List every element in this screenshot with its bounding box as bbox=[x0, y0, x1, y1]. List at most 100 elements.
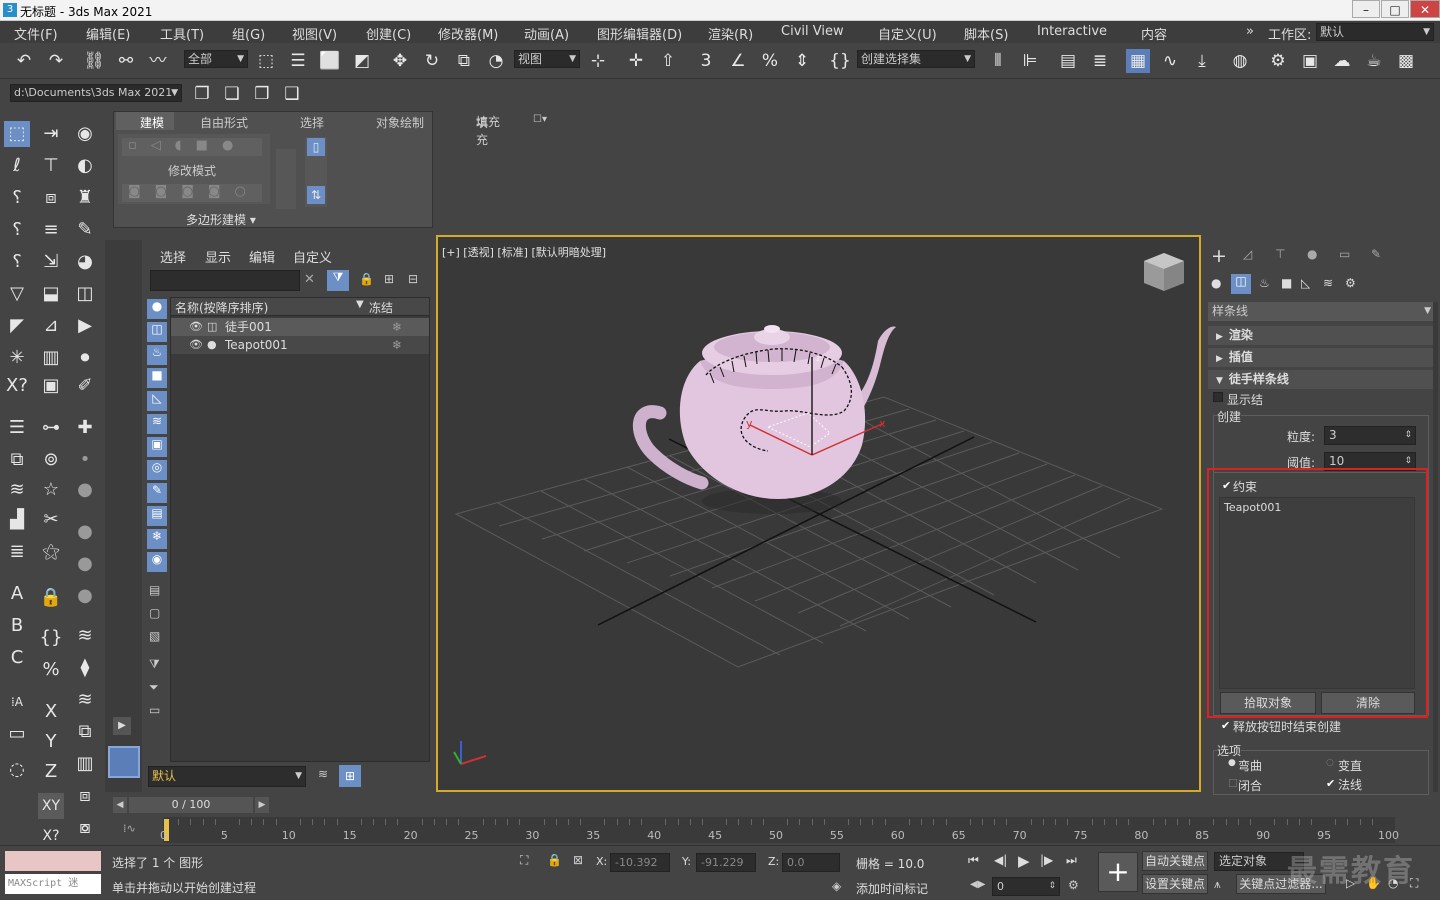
viewport-thumbnail[interactable] bbox=[108, 746, 140, 778]
axis-z-icon[interactable]: Z bbox=[38, 759, 64, 785]
time-prev-icon[interactable]: ◀ bbox=[113, 797, 127, 813]
layer-d-icon[interactable]: ⧈ bbox=[72, 783, 98, 809]
menu-customize[interactable]: 自定义(U) bbox=[878, 24, 937, 43]
freeze-snowflake-icon[interactable]: ❄ bbox=[392, 336, 402, 354]
shapes-cat-icon[interactable]: ◫ bbox=[1231, 274, 1251, 294]
rollout-interpolation[interactable]: ▶ 插值 bbox=[1208, 348, 1433, 367]
menu-edit[interactable]: 编辑(E) bbox=[86, 24, 130, 43]
show-knots-checkbox[interactable] bbox=[1213, 392, 1223, 402]
tab-freeform[interactable]: 自由形式 bbox=[200, 114, 248, 131]
menu-modifiers[interactable]: 修改器(M) bbox=[438, 24, 498, 43]
motion-tab-icon[interactable]: ● bbox=[1307, 247, 1317, 261]
link-icon[interactable]: ⛓ bbox=[82, 49, 106, 73]
undo-icon[interactable]: ↶ bbox=[12, 49, 36, 73]
window-crossing-icon[interactable]: ◩ bbox=[350, 49, 374, 73]
systems-cat-icon[interactable]: ⚙ bbox=[1345, 276, 1356, 290]
braces-icon[interactable]: {} bbox=[38, 625, 64, 651]
tab-object-paint[interactable]: 对象绘制 bbox=[376, 114, 424, 131]
vertex-snap-icon[interactable]: ▽ bbox=[4, 281, 30, 307]
release-create-checkbox[interactable]: ✔ bbox=[1221, 719, 1230, 732]
rotate-icon[interactable]: ↻ bbox=[420, 49, 444, 73]
snap-pt-icon[interactable]: ⸮ bbox=[4, 185, 30, 211]
select-tool-icon[interactable]: ⬚ bbox=[4, 121, 30, 147]
axis-y-icon[interactable]: Y bbox=[38, 729, 64, 755]
goto-end-icon[interactable]: ⏭ bbox=[1066, 853, 1077, 868]
filter-icon[interactable]: ⧩ bbox=[327, 270, 349, 291]
scene-tab-display[interactable]: 显示 bbox=[205, 247, 231, 266]
lasso-select-icon[interactable]: ⊚ bbox=[38, 447, 64, 473]
layers-b-icon[interactable]: ≋ bbox=[72, 687, 98, 713]
granularity-spinner[interactable]: 3 ⇕ bbox=[1324, 426, 1416, 445]
normals-checkbox[interactable]: ✔ bbox=[1326, 777, 1335, 790]
modify-tab-icon[interactable]: ◿ bbox=[1243, 247, 1252, 261]
folder-icon[interactable]: ▭ bbox=[149, 703, 160, 717]
paint-icon[interactable]: ◤ bbox=[4, 313, 30, 339]
workspace-select[interactable]: 默认 ▼ bbox=[1316, 23, 1434, 41]
auto-key-button[interactable]: 自动关键点 bbox=[1142, 851, 1208, 871]
layer-explorer-icon[interactable]: ≋ bbox=[318, 767, 328, 781]
cameras-cat-icon[interactable]: ■ bbox=[1281, 276, 1292, 290]
helpers-cat-icon[interactable]: ◺ bbox=[1301, 276, 1310, 290]
hierarchy-icon[interactable]: ⊶ bbox=[38, 415, 64, 441]
menu-create[interactable]: 创建(C) bbox=[366, 24, 411, 43]
menu-rendering[interactable]: 渲染(R) bbox=[708, 24, 753, 43]
zoom-icon[interactable]: ◔ bbox=[1388, 876, 1398, 890]
filter-containers-icon[interactable]: ▤ bbox=[147, 506, 167, 526]
layer-stack-icon[interactable]: ≋ bbox=[4, 477, 30, 503]
placement-icon[interactable]: ◔ bbox=[484, 49, 508, 73]
time-tag-icon[interactable]: ◈ bbox=[832, 879, 841, 893]
menu-content[interactable]: 内容 bbox=[1141, 24, 1167, 43]
snap-edge-icon[interactable]: ⸮ bbox=[4, 217, 30, 243]
layers-icon[interactable]: ≡ bbox=[38, 217, 64, 243]
spinner-snap-icon[interactable]: ⇕ bbox=[790, 49, 814, 73]
ribbon-edit-poly-icon[interactable]: ▯ bbox=[307, 138, 325, 156]
viewport-canvas[interactable]: y x z bbox=[438, 237, 1199, 790]
maximize-button[interactable]: □ bbox=[1381, 0, 1409, 18]
menu-tools[interactable]: 工具(T) bbox=[160, 24, 204, 43]
axis-x-icon[interactable]: X bbox=[38, 699, 64, 725]
minimize-button[interactable]: – bbox=[1352, 0, 1380, 18]
layers-alt-icon[interactable]: ⧫ bbox=[72, 655, 98, 681]
z-coord-field[interactable]: 0.0 bbox=[782, 853, 840, 872]
set-key-button[interactable]: 设置关键点 bbox=[1142, 874, 1208, 894]
next-frame-icon[interactable]: |▶ bbox=[1040, 853, 1053, 867]
dots-a-icon[interactable]: ⁞A bbox=[4, 689, 30, 715]
ribbon-tools-row1[interactable]: ▫◁◖■● bbox=[122, 138, 262, 156]
select-by-name-icon[interactable]: ☰ bbox=[286, 49, 310, 73]
filter-bones-icon[interactable]: ✎ bbox=[147, 483, 167, 503]
stack-layers-icon[interactable]: ≋ bbox=[72, 623, 98, 649]
create-project-icon[interactable]: ❏ bbox=[220, 82, 244, 106]
selection-filter-select[interactable]: 全部 ▼ bbox=[184, 50, 248, 68]
brush-icon[interactable]: ✎ bbox=[72, 217, 98, 243]
text-a-icon[interactable]: A bbox=[4, 581, 30, 607]
select-invert-icon[interactable]: ▧ bbox=[149, 629, 160, 643]
menu-animation[interactable]: 动画(A) bbox=[524, 24, 569, 43]
render-region-icon[interactable]: ◫ bbox=[72, 281, 98, 307]
hierarchy-tree2-icon[interactable]: ⊟ bbox=[408, 272, 418, 286]
menu-group[interactable]: 组(G) bbox=[232, 24, 265, 43]
convex-radio[interactable]: ○ bbox=[1326, 758, 1334, 768]
material-editor-icon[interactable]: ◍ bbox=[1228, 49, 1252, 73]
toggle-scene-explorer-icon[interactable]: ▤ bbox=[1056, 49, 1080, 73]
bind-spacewarp-icon[interactable]: 〰 bbox=[146, 49, 170, 73]
visibility-eye-icon[interactable]: 👁 bbox=[189, 336, 203, 354]
scene-tab-customize[interactable]: 自定义 bbox=[293, 247, 332, 266]
utilities-tab-icon[interactable]: ✎ bbox=[1371, 247, 1381, 261]
menu-civil-view[interactable]: Civil View bbox=[781, 24, 844, 39]
isolate-icon[interactable]: ⧈ bbox=[38, 185, 64, 211]
select-all-icon[interactable]: ▤ bbox=[149, 583, 160, 597]
ribbon-flip-icon[interactable]: ⇅ bbox=[307, 186, 325, 204]
scene-search-input[interactable] bbox=[150, 270, 300, 291]
edit-named-sets-icon[interactable]: {} bbox=[828, 49, 852, 73]
redo-icon[interactable]: ↷ bbox=[44, 49, 68, 73]
mesh-icon[interactable]: ▥ bbox=[38, 345, 64, 371]
reference-coord-select[interactable]: 视图 ▼ bbox=[514, 50, 580, 68]
pan-hand-icon[interactable]: ✋ bbox=[1366, 876, 1381, 890]
menu-view[interactable]: 视图(V) bbox=[292, 24, 337, 43]
toggle-layer-explorer-icon[interactable]: ≣ bbox=[1088, 49, 1112, 73]
group-icon[interactable]: ⊤ bbox=[38, 153, 64, 179]
render-production-icon[interactable]: ☁ bbox=[1330, 49, 1354, 73]
menu-scripting[interactable]: 脚本(S) bbox=[964, 24, 1008, 43]
spacewarps-cat-icon[interactable]: ≋ bbox=[1323, 276, 1333, 290]
clone-icon[interactable]: ⬓ bbox=[38, 281, 64, 307]
